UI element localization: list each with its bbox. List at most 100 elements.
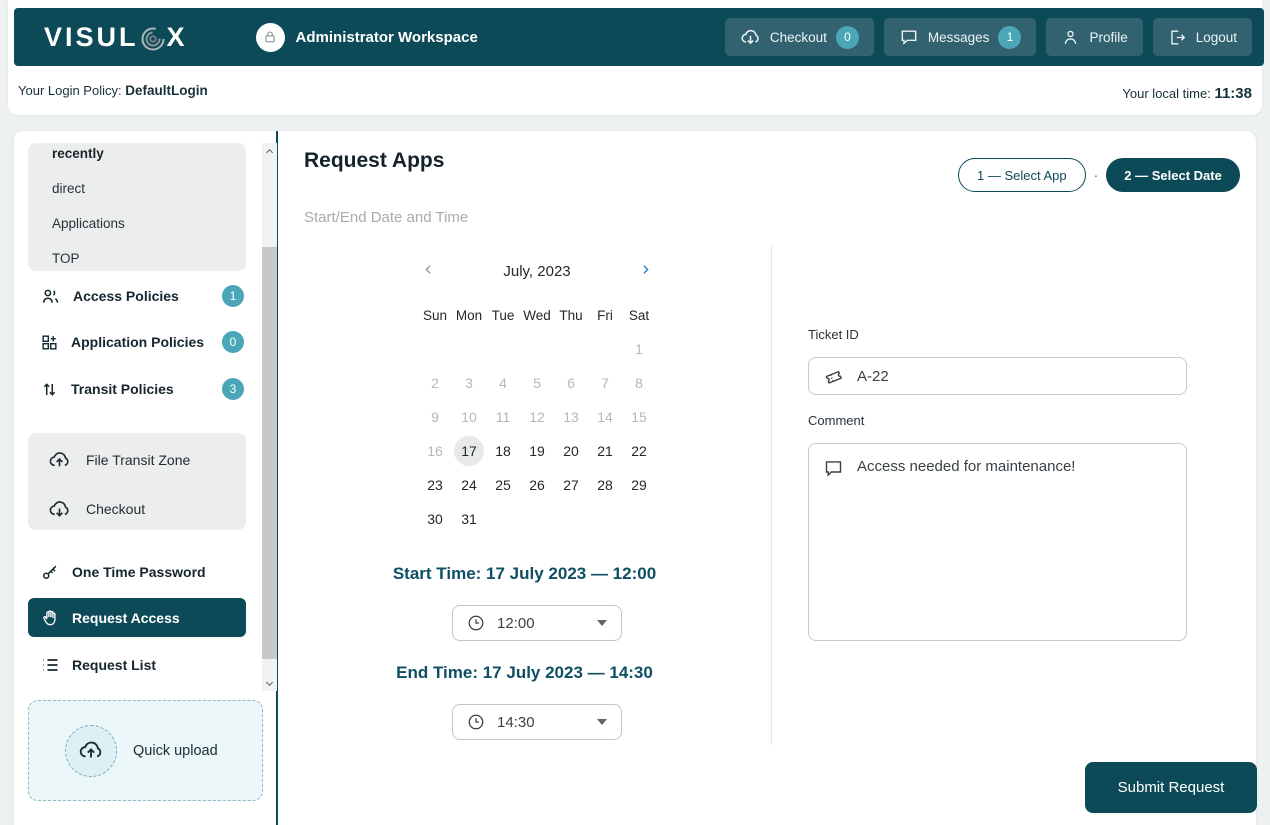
sidebar-scrollbar[interactable] [262,143,277,691]
sidebar-item-top[interactable]: TOP [52,241,246,271]
calendar-day-disabled: 6 [554,366,588,400]
calendar-day[interactable]: 29 [622,468,656,502]
sidebar: recently direct Applications TOP Access … [14,131,278,825]
sidebar-item-checkout[interactable]: Checkout [48,495,238,523]
calendar-day[interactable]: 27 [554,468,588,502]
calendar-day-disabled: 2 [418,366,452,400]
logo-text-left: VISUL [44,22,139,53]
calendar-day[interactable]: 28 [588,468,622,502]
step-select-app[interactable]: 1 — Select App [958,158,1086,192]
cloud-download-icon [740,27,761,48]
calendar-day-disabled: 16 [418,434,452,468]
sidebar-item-access-policies[interactable]: Access Policies 1 [28,281,246,311]
file-transit-zone-label: File Transit Zone [86,452,190,468]
calendar-day[interactable]: 31 [452,502,486,536]
calendar-day[interactable]: 24 [452,468,486,502]
application-policies-badge: 0 [222,331,244,353]
ticket-id-value: A-22 [857,368,889,385]
login-policy-value: DefaultLogin [125,83,208,98]
chevron-down-icon [597,620,607,626]
sidebar-item-one-time-password[interactable]: One Time Password [28,552,246,591]
clock-icon [467,713,485,731]
calendar-day[interactable]: 19 [520,434,554,468]
login-policy-text: Your Login Policy: DefaultLogin [18,83,208,98]
calendar-day-disabled: 12 [520,400,554,434]
calendar-day [520,332,554,366]
cloud-download-icon [48,498,71,521]
comment-label: Comment [808,413,864,428]
logout-button[interactable]: Logout [1153,18,1252,56]
header-buttons: Checkout 0 Messages 1 Profile [725,18,1252,56]
ticket-id-input[interactable]: A-22 [808,357,1187,395]
messages-button[interactable]: Messages 1 [884,18,1037,56]
step-select-date[interactable]: 2 — Select Date [1106,158,1240,192]
calendar-day[interactable]: 30 [418,502,452,536]
scrollbar-thumb[interactable] [262,247,277,659]
calendar-day-disabled: 4 [486,366,520,400]
sidebar-item-applications[interactable]: Applications [52,206,246,241]
weekday-label: Thu [554,298,588,332]
calendar-day[interactable]: 25 [486,468,520,502]
calendar-day [520,502,554,536]
sidebar-item-recently[interactable]: recently [52,143,246,171]
main-card: recently direct Applications TOP Access … [14,131,1256,825]
cloud-upload-icon [65,725,117,777]
access-policies-badge: 1 [222,285,244,307]
calendar-day[interactable]: 18 [486,434,520,468]
end-time-select[interactable]: 14:30 [452,704,622,740]
messages-label: Messages [928,30,990,45]
calendar-month-label: July, 2023 [418,263,656,280]
person-icon [1061,28,1080,47]
comment-value: Access needed for maintenance! [857,458,1075,475]
page-title: Request Apps [304,149,444,173]
calendar-day[interactable]: 22 [622,434,656,468]
scroll-down-icon[interactable] [262,675,277,691]
calendar-next-icon[interactable] [639,263,652,276]
lock-avatar [256,23,285,52]
sidebar-item-application-policies[interactable]: Application Policies 0 [28,327,246,357]
sidebar-item-file-transit-zone[interactable]: File Transit Zone [48,446,238,474]
calendar-day [554,502,588,536]
calendar-day[interactable]: 21 [588,434,622,468]
chat-icon [823,458,844,479]
local-time-text: Your local time: 11:38 [1122,85,1252,102]
messages-badge: 1 [998,26,1021,49]
submit-request-button[interactable]: Submit Request [1085,762,1257,813]
comment-textarea[interactable]: Access needed for maintenance! [808,443,1187,641]
calendar-day-disabled: 1 [622,332,656,366]
calendar-day [588,502,622,536]
checkout-label: Checkout [770,30,827,45]
arrows-up-down-icon [40,380,59,399]
start-time-select[interactable]: 12:00 [452,605,622,641]
calendar-day-disabled: 9 [418,400,452,434]
calendar-day-disabled: 8 [622,366,656,400]
request-access-label: Request Access [72,610,180,626]
profile-button[interactable]: Profile [1046,18,1142,56]
wizard-steps: 1 — Select App · 2 — Select Date [958,158,1240,192]
calendar-grid: Sun Mon Tue Wed Thu Fri Sat 1 2 3 4 5 6 … [418,298,656,536]
sidebar-item-request-list[interactable]: Request List [28,645,246,684]
chevron-down-icon [597,719,607,725]
sidebar-item-transit-policies[interactable]: Transit Policies 3 [28,374,246,404]
checkout-badge: 0 [836,26,859,49]
checkout-sidebar-label: Checkout [86,501,145,517]
calendar-day[interactable]: 26 [520,468,554,502]
quick-upload-dropzone[interactable]: Quick upload [28,700,263,801]
calendar-day [588,332,622,366]
calendar-day[interactable]: 20 [554,434,588,468]
calendar-day [486,332,520,366]
calendar-day [554,332,588,366]
sidebar-item-request-access[interactable]: Request Access [28,598,246,637]
local-time-label: Your local time: [1122,86,1210,101]
calendar-day-selected[interactable]: 17 [452,434,486,468]
grid-plus-icon [40,333,59,352]
transit-policies-label: Transit Policies [71,381,174,397]
calendar-day[interactable]: 23 [418,468,452,502]
sidebar-item-direct[interactable]: direct [52,171,246,206]
app-header: VISUL X Administrator Workspace [14,8,1264,66]
checkout-button[interactable]: Checkout 0 [725,18,874,56]
scroll-up-icon[interactable] [262,143,277,159]
start-time-heading: Start Time: 17 July 2023 — 12:00 [278,564,771,584]
local-time-value: 11:38 [1214,85,1252,102]
logo-lens-icon [140,26,166,52]
